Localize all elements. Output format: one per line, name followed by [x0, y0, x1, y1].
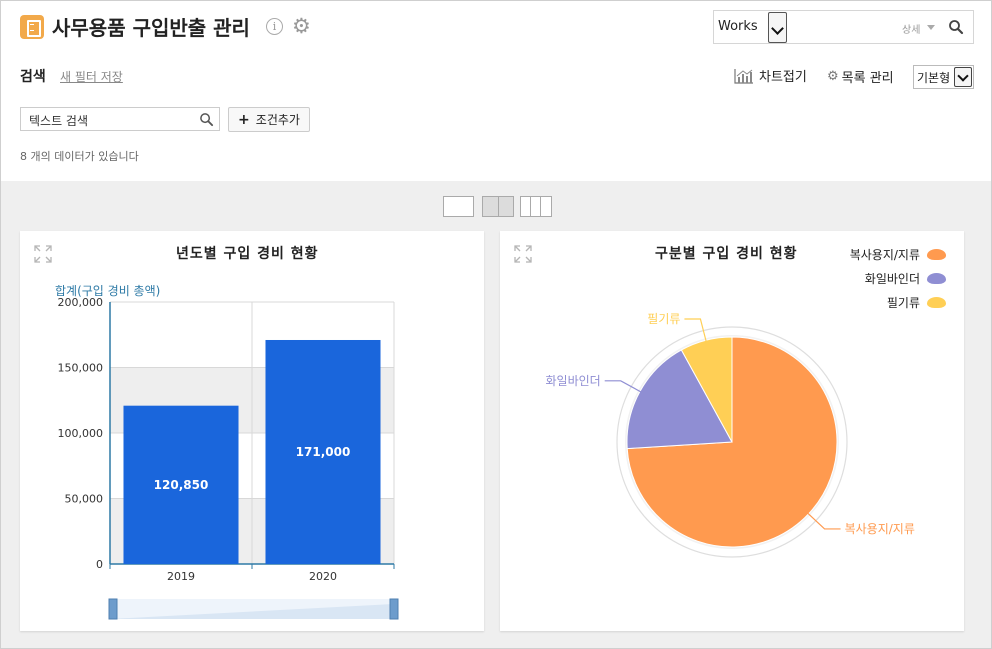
text-search-input[interactable]: 텍스트 검색	[20, 107, 220, 131]
search-icon[interactable]	[948, 19, 964, 35]
gear-icon: ⚙	[827, 69, 839, 84]
y-tick-label: 100,000	[58, 427, 104, 440]
add-condition-label: 조건추가	[255, 113, 300, 127]
search-app-label: Works	[718, 19, 758, 34]
app-icon	[20, 15, 44, 39]
search-app-select[interactable]	[768, 12, 787, 43]
search-icon[interactable]	[199, 112, 214, 127]
detail-search-toggle[interactable]: 상세	[902, 21, 920, 36]
info-icon[interactable]: i	[266, 18, 283, 35]
plus-icon: +	[238, 111, 250, 128]
view-type-select[interactable]: 기본형	[913, 65, 974, 89]
bar-value-label: 171,000	[296, 445, 351, 459]
y-tick-label: 150,000	[58, 362, 104, 375]
chart-fold-label: 차트접기	[759, 70, 807, 85]
settings-gear-icon[interactable]: ⚙	[292, 15, 311, 37]
chevron-down-icon[interactable]	[954, 67, 972, 87]
pie-data-label: 복사용지/지류	[845, 522, 915, 536]
y-tick-label: 0	[96, 558, 103, 571]
pie-chart: 복사용지/지류 화일바인더 필기류	[546, 312, 915, 558]
chart-fold-button[interactable]: 차트접기	[734, 66, 807, 85]
pie-data-label: 화일바인더	[546, 374, 601, 388]
chart-icon	[734, 68, 753, 84]
bar-chart-card: 년도별 구입 경비 현황 합계(구입 경비 총액) 0 50,000 100,000…	[20, 231, 484, 631]
global-search-box: Works 상세	[713, 10, 974, 44]
layout-three-column-button[interactable]	[520, 196, 552, 217]
caret-down-icon[interactable]	[927, 25, 935, 30]
page-title: 사무용품 구입반출 관리	[52, 16, 250, 40]
add-condition-button[interactable]: + 조건추가	[228, 107, 310, 132]
pie-data-label: 필기류	[647, 312, 680, 326]
y-tick-label: 50,000	[65, 493, 104, 506]
navigator-left-handle	[108, 598, 118, 620]
list-manage-button[interactable]: ⚙ 목록 관리	[827, 67, 894, 86]
list-manage-label: 목록 관리	[841, 71, 894, 86]
x-tick-label: 2020	[309, 570, 337, 583]
result-count: 8 개의 데이터가 있습니다	[20, 150, 139, 163]
bar-chart: 0 50,000 100,000 150,000 200,000 120,850 2019 1…	[58, 296, 399, 620]
x-tick-label: 2019	[167, 570, 195, 583]
navigator-right-handle	[389, 598, 399, 620]
text-search-placeholder: 텍스트 검색	[29, 114, 89, 128]
bar-value-label: 120,850	[154, 478, 209, 492]
search-section-title: 검색	[20, 69, 46, 85]
pie-chart-card: 구분별 구입 경비 현황 복사용지/지류 화일바인더 필기류 복사용지/지류 화일…	[500, 231, 964, 631]
layout-two-column-button[interactable]	[482, 196, 514, 217]
view-type-value: 기본형	[917, 71, 951, 85]
y-tick-label: 200,000	[58, 296, 104, 309]
layout-one-column-button[interactable]	[443, 196, 474, 217]
save-filter-link[interactable]: 새 필터 저장	[60, 68, 123, 85]
